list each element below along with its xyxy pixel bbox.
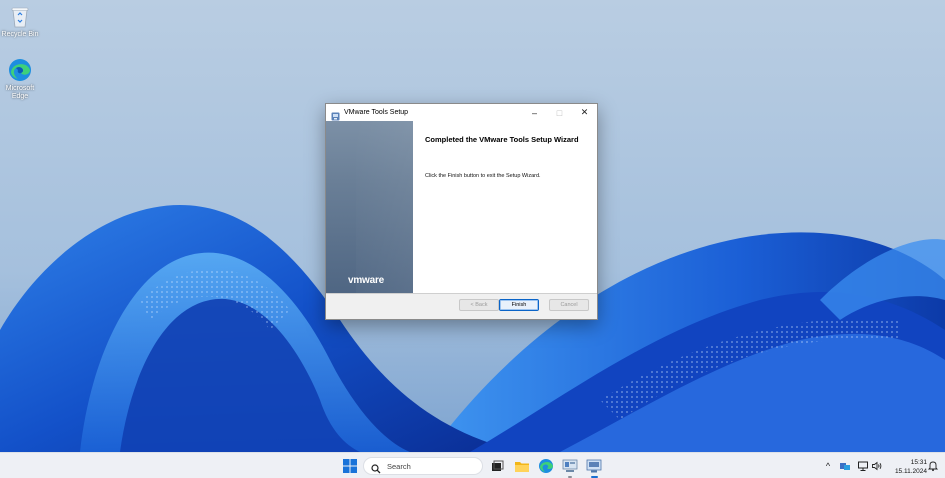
volume-icon[interactable]	[871, 460, 883, 472]
close-button[interactable]: ✕	[572, 104, 597, 121]
vmware-logo: vmware	[348, 275, 384, 286]
desktop-icon-microsoft-edge[interactable]: Microsoft Edge	[0, 57, 42, 101]
cancel-button[interactable]: Cancel	[549, 299, 589, 311]
file-explorer-icon[interactable]	[514, 458, 530, 474]
chevron-up-icon[interactable]: ^	[822, 460, 834, 472]
back-button[interactable]: < Back	[459, 299, 499, 311]
dialog-titlebar[interactable]: VMware Tools Setup – □ ✕	[326, 104, 597, 121]
defender-icon[interactable]	[839, 460, 851, 472]
minimize-button[interactable]: –	[522, 104, 547, 121]
banner-decoration	[356, 121, 413, 293]
desktop-icon-label: Recycle Bin	[1, 31, 39, 38]
edge-icon	[7, 57, 33, 83]
wizard-heading: Completed the VMware Tools Setup Wizard	[425, 135, 579, 144]
notification-icon[interactable]	[927, 460, 939, 472]
taskbar-search[interactable]: Search	[363, 457, 483, 475]
dialog-title: VMware Tools Setup	[344, 109, 409, 116]
footer-divider	[326, 293, 597, 294]
clock[interactable]: 15:31 15.11.2024	[885, 458, 927, 476]
maximize-button[interactable]: □	[547, 104, 572, 121]
vmware-logo-text: vmware	[348, 275, 385, 286]
wizard-message: Click the Finish button to exit the Setu…	[425, 173, 541, 179]
search-placeholder: Search	[387, 461, 411, 471]
network-icon[interactable]	[857, 460, 869, 472]
taskbar: Search ^ 15:31 15.11.2024	[0, 452, 945, 478]
edge-icon[interactable]	[538, 458, 554, 474]
search-icon	[371, 461, 381, 474]
finish-button[interactable]: Finish	[499, 299, 539, 311]
task-view-icon[interactable]	[489, 458, 505, 474]
vmware-setup-dialog: VMware Tools Setup – □ ✕ vmware Complete…	[325, 103, 598, 320]
clock-time: 15:31	[910, 459, 927, 466]
start-icon[interactable]	[342, 458, 358, 474]
vmware-setup-taskbar-icon[interactable]	[586, 458, 602, 474]
server-manager-icon[interactable]	[562, 458, 578, 474]
clock-date: 15.11.2024	[894, 468, 927, 475]
desktop-icon-label: Microsoft Edge	[5, 85, 35, 100]
recycle-bin-icon	[7, 3, 33, 29]
wizard-banner: vmware	[326, 121, 413, 293]
vmware-setup-icon	[331, 108, 340, 121]
desktop-icon-recycle-bin[interactable]: Recycle Bin	[0, 3, 42, 39]
dialog-body: vmware Completed the VMware Tools Setup …	[326, 121, 597, 293]
